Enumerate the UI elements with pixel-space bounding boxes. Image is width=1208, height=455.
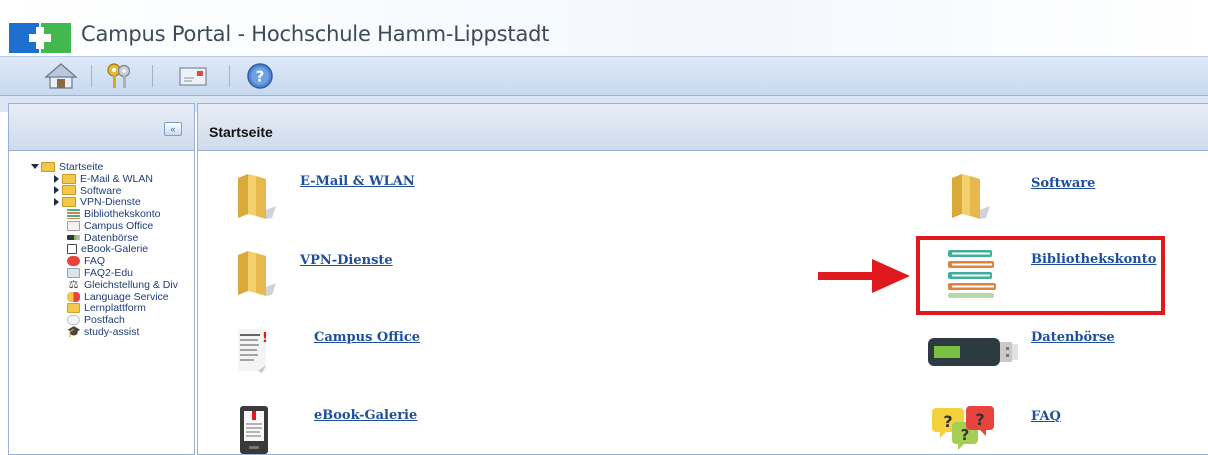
ebook-icon (67, 244, 77, 255)
tile-faq-link[interactable]: FAQ (1031, 409, 1061, 424)
faq2-icon (67, 268, 80, 279)
svg-text:?: ? (975, 410, 984, 429)
keys-button[interactable] (102, 60, 136, 92)
keys-icon (107, 63, 131, 88)
expand-icon[interactable] (54, 186, 59, 195)
tree-item-campus-office[interactable]: Campus Office (9, 220, 194, 232)
navigation-sidebar: « Startseite E-Mail & WLAN Software VPN-… (8, 103, 195, 455)
mail-button[interactable] (176, 60, 210, 92)
tree-item-gleichstellung[interactable]: ⚖ Gleichstellung & Div (9, 279, 194, 291)
tree-item-datenboerse[interactable]: Datenbörse (9, 232, 194, 244)
tile-vpn-dienste-link[interactable]: VPN-Dienste (300, 253, 393, 268)
tree-item-ebook-galerie[interactable]: eBook-Galerie (9, 243, 194, 255)
tree-item-lernplattform[interactable]: Lernplattform (9, 302, 194, 314)
mail-icon (179, 67, 207, 86)
main-header: Startseite (198, 104, 1208, 151)
app-title: Campus Portal - Hochschule Hamm-Lippstad… (81, 22, 550, 46)
tree-item-software[interactable]: Software (9, 185, 194, 197)
usb-stick-icon[interactable] (926, 334, 1022, 370)
tile-campus-office-link[interactable]: Campus Office (314, 330, 420, 345)
page-title: Startseite (209, 124, 273, 140)
language-icon (67, 291, 80, 302)
faq-icon (67, 256, 80, 267)
app-header: Campus Portal - Hochschule Hamm-Lippstad… (0, 0, 1208, 56)
help-icon: ? (247, 63, 273, 89)
tree-item-bibliothekskonto[interactable]: Bibliothekskonto (9, 208, 194, 220)
tile-software-link[interactable]: Software (1031, 176, 1095, 191)
tree-item-startseite[interactable]: Startseite (9, 161, 194, 173)
highlight-box (916, 236, 1165, 315)
tree-item-study-assist[interactable]: 🎓 study-assist (9, 326, 194, 338)
folder-icon (41, 161, 55, 172)
tree-item-language-service[interactable]: Language Service (9, 291, 194, 303)
expand-icon[interactable] (54, 174, 59, 183)
tree-item-faq2-edu[interactable]: FAQ2-Edu (9, 267, 194, 279)
faq-icon[interactable]: ? ? ? (932, 404, 996, 455)
folder-icon[interactable] (946, 170, 996, 222)
expand-icon[interactable] (54, 198, 59, 207)
annotation-arrow-icon (818, 259, 910, 293)
home-button[interactable] (44, 60, 78, 92)
ebook-icon[interactable] (238, 404, 272, 455)
document-icon[interactable]: ! (232, 325, 276, 377)
books-icon (67, 209, 80, 220)
usb-stick-icon (67, 235, 80, 241)
collapse-left-icon[interactable]: « (164, 122, 182, 136)
home-icon (44, 63, 78, 89)
university-logo (9, 23, 71, 53)
expanded-icon[interactable] (31, 164, 39, 170)
graduation-cap-icon: 🎓 (67, 326, 81, 339)
folder-icon (62, 173, 76, 184)
svg-text:?: ? (943, 412, 952, 431)
main-toolbar: ? (0, 56, 1208, 96)
tree-item-email-wlan[interactable]: E-Mail & WLAN (9, 173, 194, 185)
postbox-icon (67, 315, 80, 326)
tree-item-postfach[interactable]: Postfach (9, 314, 194, 326)
learning-icon (67, 303, 80, 314)
tree-item-vpn-dienste[interactable]: VPN-Dienste (9, 196, 194, 208)
scales-icon: ⚖ (68, 278, 79, 291)
document-icon (67, 220, 80, 231)
navigation-tree: Startseite E-Mail & WLAN Software VPN-Di… (9, 151, 194, 338)
svg-text:?: ? (256, 68, 265, 86)
tree-item-faq[interactable]: FAQ (9, 255, 194, 267)
folder-icon (62, 185, 76, 196)
tile-ebook-galerie-link[interactable]: eBook-Galerie (314, 408, 417, 423)
sidebar-header: « (9, 104, 194, 151)
svg-text:!: ! (262, 331, 268, 346)
folder-icon[interactable] (232, 170, 282, 222)
folder-icon (62, 197, 76, 208)
tile-datenboerse-link[interactable]: Datenbörse (1031, 330, 1115, 345)
help-button[interactable]: ? (243, 60, 277, 92)
tile-email-wlan-link[interactable]: E-Mail & WLAN (300, 174, 415, 189)
folder-icon[interactable] (232, 247, 282, 299)
